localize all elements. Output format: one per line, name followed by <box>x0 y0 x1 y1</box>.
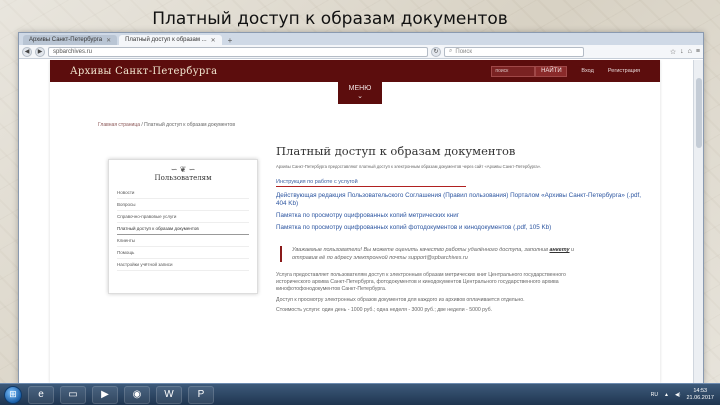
page-viewport: Архивы Санкт-Петербурга поиск НАЙТИ Вход… <box>19 60 693 383</box>
metric-books-memo-link[interactable]: Памятка по просмотру оцифрованных копий … <box>276 212 651 220</box>
site-logo[interactable]: Архивы Санкт-Петербурга <box>70 66 217 77</box>
language-indicator[interactable]: RU <box>651 392 658 398</box>
network-icon[interactable]: ▲ <box>664 392 669 398</box>
ornament-icon: ∽ ❦ ∽ <box>170 165 196 174</box>
paragraph: Стоимость услуги: один день - 1000 руб.;… <box>276 306 493 313</box>
system-tray: RU ▲ ◀) 14:53 21.06.2017 <box>651 388 720 402</box>
login-link[interactable]: Вход <box>581 68 593 74</box>
menu-icon[interactable]: ≡ <box>696 48 700 56</box>
volume-icon[interactable]: ◀) <box>675 392 681 398</box>
slide-title: Платный доступ к образам документов <box>152 9 508 29</box>
search-icon: ⌕ <box>449 48 453 54</box>
clock-date: 21.06.2017 <box>686 394 714 401</box>
clock-time: 14:53 <box>693 387 708 394</box>
breadcrumb-current: Платный доступ к образам документов <box>144 122 235 128</box>
powerpoint-icon[interactable]: P <box>188 385 214 404</box>
windows-start-icon[interactable]: ⊞ <box>4 385 22 404</box>
scrollbar[interactable] <box>693 60 703 383</box>
breadcrumb: Главная страница / Платный доступ к обра… <box>98 122 235 128</box>
home-icon[interactable]: ⌂ <box>688 48 692 56</box>
sidebar-item-account-settings[interactable]: Настройки учётной записи <box>117 259 249 271</box>
close-icon[interactable]: ✕ <box>106 37 111 44</box>
sidebar-item-paid-access[interactable]: Платный доступ к образам документов <box>117 223 249 235</box>
reload-icon[interactable]: ↻ <box>431 46 441 57</box>
notice-text-start: Уважаемые пользователи! Вы можете оценит… <box>292 247 550 253</box>
site-container: Архивы Санкт-Петербурга поиск НАЙТИ Вход… <box>50 60 660 383</box>
register-link[interactable]: Регистрация <box>608 68 640 74</box>
browser-tab[interactable]: Архивы Санкт-Петербурга ✕ <box>23 35 118 45</box>
media-player-icon[interactable]: ▶ <box>92 385 118 404</box>
menu-button[interactable]: МЕНЮ ⌄ <box>338 82 382 104</box>
new-tab-icon[interactable]: + <box>224 36 237 45</box>
instruction-link[interactable]: Инструкция по работе с услугой <box>276 179 466 187</box>
sidebar-title: Пользователям <box>154 174 212 182</box>
photo-docs-memo-link[interactable]: Памятка по просмотру оцифрованных копий … <box>276 224 651 232</box>
internet-explorer-icon[interactable]: e <box>28 385 54 404</box>
sidebar-item-clients[interactable]: Клиенты <box>117 235 249 247</box>
taskbar: ⊞ e ▭ ▶ ◉ W P RU ▲ ◀) 14:53 21.06.2017 <box>0 383 720 405</box>
search-placeholder: Поиск <box>455 48 473 55</box>
service-description: Услуга предоставляет пользователям досту… <box>276 272 591 314</box>
site-search-group: поиск НАЙТИ <box>491 65 568 77</box>
site-search-input[interactable]: поиск <box>491 65 536 77</box>
find-button[interactable]: НАЙТИ <box>535 65 568 77</box>
back-icon[interactable]: ◀ <box>22 46 32 57</box>
firefox-icon[interactable]: ◉ <box>124 385 150 404</box>
main-content: Платный доступ к образам документов Архи… <box>276 144 651 317</box>
browser-tab-active[interactable]: Платный доступ к образам ... ✕ <box>119 35 222 45</box>
close-icon[interactable]: ✕ <box>211 37 216 44</box>
tab-label: Архивы Санкт-Петербурга <box>29 37 103 43</box>
toolbar-icons: ☆ ↓ ⌂ ≡ <box>670 48 700 56</box>
download-icon[interactable]: ↓ <box>680 48 684 56</box>
chevron-down-icon: ⌄ <box>357 93 363 100</box>
page-title: Платный доступ к образам документов <box>276 144 516 158</box>
agreement-link[interactable]: Действующая редакция Пользовательского С… <box>276 192 651 208</box>
intro-text: Архивы Санкт-Петербурга предоставляют пл… <box>276 164 542 169</box>
paragraph: Доступ к просмотру электронных образов д… <box>276 296 525 303</box>
clock[interactable]: 14:53 21.06.2017 <box>686 388 714 402</box>
notice-text: Уважаемые пользователи! Вы можете оценит… <box>292 246 590 262</box>
sidebar-card: ∽ ❦ ∽ Пользователям Новости Вопросы Спра… <box>108 159 258 294</box>
scrollbar-thumb[interactable] <box>696 78 702 148</box>
browser-search-input[interactable]: ⌕ Поиск <box>444 46 584 57</box>
forward-icon[interactable]: ▶ <box>35 46 45 57</box>
site-header: Архивы Санкт-Петербурга поиск НАЙТИ Вход… <box>50 60 660 82</box>
breadcrumb-home[interactable]: Главная страница <box>98 122 140 128</box>
file-explorer-icon[interactable]: ▭ <box>60 385 86 404</box>
tab-label: Платный доступ к образам ... <box>125 37 207 43</box>
address-bar[interactable]: spbarchives.ru <box>48 46 428 57</box>
browser-window: Архивы Санкт-Петербурга ✕ Платный доступ… <box>18 32 704 384</box>
sidebar-item-news[interactable]: Новости <box>117 187 249 199</box>
paragraph: Услуга предоставляет пользователям досту… <box>276 272 566 293</box>
word-icon[interactable]: W <box>156 385 182 404</box>
sidebar-item-legal-services[interactable]: Справочно-правовые услуги <box>117 211 249 223</box>
survey-link[interactable]: анкету <box>549 247 569 253</box>
sidebar-item-questions[interactable]: Вопросы <box>117 199 249 211</box>
bookmark-icon[interactable]: ☆ <box>670 48 676 56</box>
menu-label: МЕНЮ <box>348 85 372 92</box>
navigation-bar: ◀ ▶ spbarchives.ru ↻ ⌕ Поиск ☆ ↓ ⌂ ≡ <box>19 45 703 59</box>
tab-bar: Архивы Санкт-Петербурга ✕ Платный доступ… <box>19 33 703 45</box>
notice-block: Уважаемые пользователи! Вы можете оценит… <box>280 246 590 262</box>
sidebar-item-help[interactable]: Помощь <box>117 247 249 259</box>
